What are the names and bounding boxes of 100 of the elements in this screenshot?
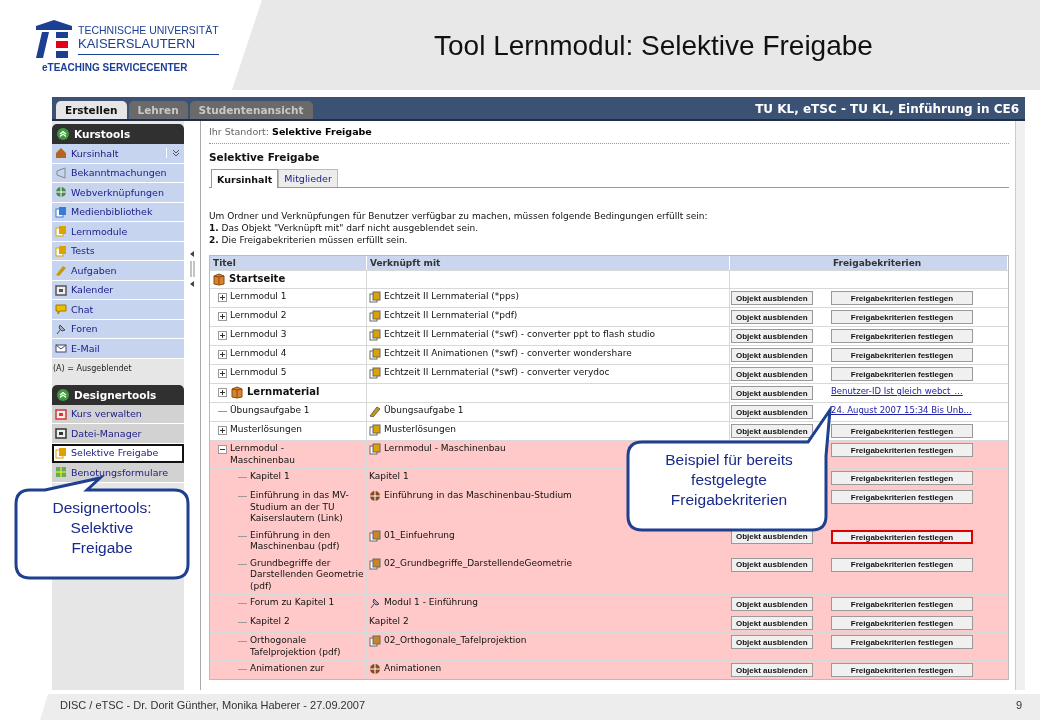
row-title: Kapitel 2 [250, 616, 290, 628]
collapse-icon[interactable] [57, 388, 69, 401]
linked-item: Echtzeit II Lernmaterial (*pps) [384, 291, 519, 303]
row-title: Kapitel 1 [250, 471, 290, 483]
linked-item: Kapitel 1 [369, 471, 409, 483]
grid-icon [55, 466, 67, 479]
hide-object-button[interactable]: Objekt ausblenden [731, 329, 813, 343]
hide-object-button[interactable]: Objekt ausblenden [731, 663, 813, 677]
set-criteria-button[interactable]: Freigabekriterien festlegen [831, 348, 973, 362]
hide-object-button[interactable]: Objekt ausblenden [731, 367, 813, 381]
sidebar-item[interactable]: Kurs verwalten [52, 404, 184, 424]
sidebar-item[interactable]: Chat [52, 300, 184, 320]
callout-text: Designertools: Selektive Freigabe [51, 498, 153, 558]
set-criteria-button[interactable]: Freigabekriterien festlegen [831, 291, 973, 305]
house-icon [55, 147, 67, 160]
sidebar-item[interactable]: Bekanntmachungen [52, 163, 184, 183]
linked-item: Echtzeit II Lernmaterial (*pdf) [384, 310, 518, 322]
expand-icon[interactable] [218, 426, 227, 435]
linked-item: Animationen [384, 663, 442, 675]
tool-group-header[interactable]: Kurstools [52, 124, 184, 144]
set-criteria-button[interactable]: Freigabekriterien festlegen [831, 471, 973, 485]
sidebar-item[interactable]: Webverknüpfungen [52, 183, 184, 203]
expand-icon[interactable] [218, 350, 227, 359]
row-title: Lernmodul 4 [230, 348, 287, 360]
row-title: Animationen zur [250, 663, 325, 675]
hide-object-button[interactable]: Objekt ausblenden [731, 348, 813, 362]
expand-icon[interactable] [218, 293, 227, 302]
hide-object-button[interactable]: Objekt ausblenden [731, 386, 813, 400]
globe-icon [369, 490, 381, 502]
logo-icon [34, 19, 74, 60]
pencil-icon [55, 264, 67, 277]
hide-object-button[interactable]: Objekt ausblenden [731, 557, 813, 572]
set-criteria-button[interactable]: Freigabekriterien festlegen [831, 635, 973, 649]
service-center-name: eTEACHING SERVICECENTER [42, 61, 188, 73]
sidebar-item[interactable]: Kursinhalt [52, 144, 184, 164]
sidebar-item[interactable]: Kalender [52, 280, 184, 300]
hide-object-button[interactable]: Objekt ausblenden [731, 635, 813, 649]
sidebar-item[interactable]: Datei-Manager [52, 424, 184, 444]
criteria-link[interactable]: Benutzer-ID Ist gleich webct_... [831, 386, 963, 398]
hide-object-button[interactable]: Objekt ausblenden [731, 424, 813, 438]
tab[interactable]: Kursinhalt [211, 169, 279, 188]
tool-group-header[interactable]: Designertools [52, 384, 184, 405]
university-city: KAISERSLAUTERN [78, 36, 197, 51]
sidebar-item[interactable]: Medienbibliothek [52, 202, 184, 222]
tab[interactable]: Mitglieder [278, 169, 338, 187]
hide-object-button[interactable]: Objekt ausblenden [731, 291, 813, 305]
sidebar-item[interactable]: Benotungsformulare [52, 463, 184, 483]
sidebar-item[interactable]: E-Mail [52, 339, 184, 359]
sidebar-item[interactable]: Tests [52, 241, 184, 261]
set-criteria-button[interactable]: Freigabekriterien festlegen [831, 557, 973, 572]
set-criteria-button[interactable]: Freigabekriterien festlegen [831, 597, 973, 611]
row-title: Forum zu Kapitel 1 [250, 597, 335, 609]
cube-icon [230, 385, 244, 399]
linked-item: 02_Orthogonale_Tafelprojektion [384, 635, 527, 647]
set-criteria-button[interactable]: Freigabekriterien festlegen [831, 329, 973, 343]
tab[interactable]: Erstellen [56, 101, 127, 119]
set-criteria-button[interactable]: Freigabekriterien festlegen [831, 616, 973, 630]
collapse-handle-icon[interactable] [188, 249, 196, 289]
page-number: 9 [1015, 699, 1022, 711]
row-title: Einführung in das MV-Studium an der TU Kaiserslautern (Link) [250, 490, 350, 525]
linked-item: Kapitel 2 [369, 616, 409, 628]
globe-icon [55, 186, 67, 199]
set-criteria-button[interactable]: Freigabekriterien festlegen [831, 490, 973, 504]
hide-object-button[interactable]: Objekt ausblenden [731, 405, 813, 419]
set-criteria-button[interactable]: Freigabekriterien festlegen [831, 663, 973, 677]
document-icon [55, 205, 67, 218]
page-title: Selektive Freigabe [209, 150, 321, 165]
expand-icon[interactable] [218, 369, 227, 378]
document-stack-icon [369, 443, 381, 455]
toolbox-icon [55, 407, 67, 420]
criteria-link[interactable]: 24. August 2007 15:34 Bis Unb... [831, 405, 972, 417]
linked-item: Musterlösungen [384, 424, 456, 436]
chevron-down-icon[interactable] [166, 148, 181, 159]
pushpin-icon [55, 322, 67, 335]
set-criteria-button[interactable]: Freigabekriterien festlegen [831, 529, 973, 544]
set-criteria-button[interactable]: Freigabekriterien festlegen [831, 367, 973, 381]
sidebar-item[interactable]: Selektive Freigabe [52, 443, 184, 463]
collapse-icon[interactable] [218, 445, 227, 454]
document-stack-icon [369, 310, 381, 322]
expand-icon[interactable] [218, 312, 227, 321]
set-criteria-button[interactable]: Freigabekriterien festlegen [831, 443, 973, 457]
document-stack-icon [369, 329, 381, 341]
set-criteria-button[interactable]: Freigabekriterien festlegen [831, 424, 973, 438]
instruction-text: Um Ordner und Verknüpfungen für Benutzer verfügbar zu machen, müssen folgende Bedingungen erfüllt sein: [209, 210, 709, 222]
hide-object-button[interactable]: Objekt ausblenden [731, 616, 813, 630]
scrollbar[interactable] [1015, 121, 1025, 690]
document-icon [55, 446, 67, 459]
linked-item: Echtzeit II Animationen (*swf) - converter wondershare [384, 348, 632, 360]
hide-object-button[interactable]: Objekt ausblenden [731, 310, 813, 324]
linked-item: Übungsaufgabe 1 [384, 405, 464, 417]
sidebar-item[interactable]: Lernmodule [52, 222, 184, 242]
linked-item: Echtzeit II Lernmaterial (*swf) - converter ppt to flash studio [384, 329, 656, 341]
expand-icon[interactable] [218, 331, 227, 340]
collapse-icon[interactable] [57, 128, 69, 140]
sidebar-item[interactable]: Aufgaben [52, 261, 184, 281]
sidebar-item[interactable]: Foren [52, 319, 184, 339]
hide-object-button[interactable]: Objekt ausblenden [731, 597, 813, 611]
set-criteria-button[interactable]: Freigabekriterien festlegen [831, 310, 973, 324]
expand-icon[interactable] [218, 388, 227, 397]
row-title: Lernmodul 1 [230, 291, 287, 303]
